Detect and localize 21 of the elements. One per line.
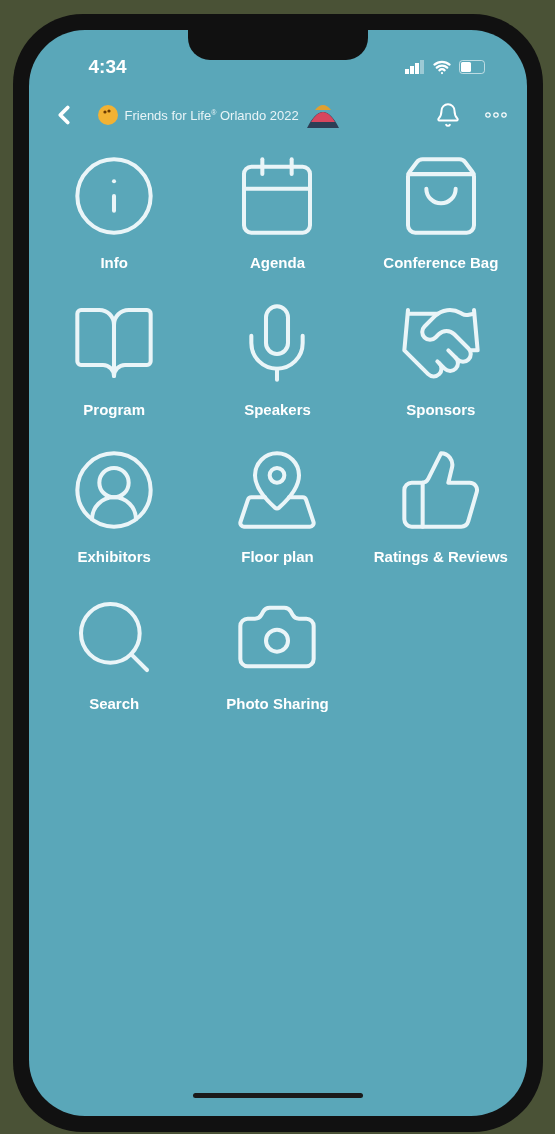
status-time: 4:34 <box>88 56 127 78</box>
menu-tile[interactable]: Conference Bag <box>359 152 523 271</box>
menu-tile[interactable]: Info <box>32 152 196 271</box>
menu-tile[interactable]: Floor plan <box>195 446 360 565</box>
menu-tile[interactable]: Photo Sharing <box>195 593 360 712</box>
menu-tile[interactable]: Agenda <box>195 152 360 271</box>
notification-button[interactable] <box>434 102 461 128</box>
battery-icon <box>458 60 487 74</box>
wifi-icon <box>432 58 451 76</box>
smiley-icon <box>96 104 119 126</box>
menu-tile[interactable]: Exhibitors <box>32 446 196 565</box>
menu-tile[interactable]: Speakers <box>195 299 360 418</box>
more-dots-icon <box>484 112 507 118</box>
more-button[interactable] <box>484 112 507 118</box>
menu-tile[interactable]: Ratings & Reviews <box>359 446 523 565</box>
menu-tile[interactable]: Sponsors <box>359 299 523 418</box>
event-title: Friends for Life$^{®}$ Orlando 2022 <box>124 107 299 123</box>
menu-tile[interactable]: Search <box>32 593 196 712</box>
menu-tile[interactable]: Program <box>32 299 196 418</box>
bell-icon <box>434 102 461 128</box>
signal-icon <box>404 60 425 74</box>
